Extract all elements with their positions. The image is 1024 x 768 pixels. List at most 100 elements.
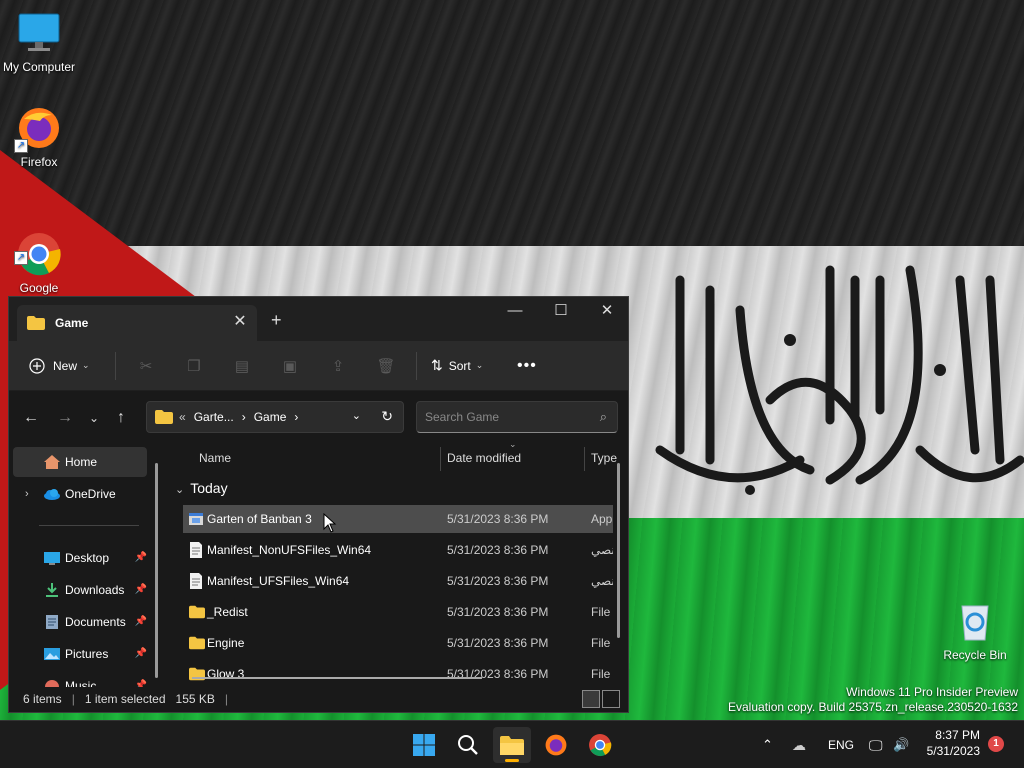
sort-button[interactable]: ⇅ Sort ⌄ xyxy=(431,357,501,374)
nav-item-label: Desktop xyxy=(65,551,110,565)
nav-item-desktop[interactable]: Desktop 📌 xyxy=(13,543,147,573)
desktop-icon-my-computer[interactable]: My Computer xyxy=(0,10,78,74)
share-icon[interactable]: ⇪ xyxy=(314,351,362,381)
desktop-icon-google-chrome[interactable]: ↗ Google Chrome xyxy=(0,203,78,309)
breadcrumb-overflow[interactable]: « xyxy=(179,410,186,424)
text-file-icon xyxy=(190,573,202,589)
desktop-icon-recycle-bin[interactable]: Recycle Bin xyxy=(936,598,1014,662)
new-tab-button[interactable]: + xyxy=(271,310,282,331)
address-dropdown-icon[interactable]: ⌄ xyxy=(352,409,361,422)
vertical-scrollbar[interactable] xyxy=(617,463,620,638)
delete-icon[interactable]: 🗑 xyxy=(362,351,410,381)
refresh-icon[interactable]: ↻ xyxy=(381,408,393,425)
nav-item-downloads[interactable]: Downloads 📌 xyxy=(13,575,147,605)
chevron-right-icon: › xyxy=(241,410,246,424)
network-icon[interactable]: 🖵 xyxy=(869,721,883,768)
maximize-button[interactable]: ☐ xyxy=(538,297,584,327)
paste-icon[interactable]: ▤ xyxy=(218,351,266,381)
tab-game[interactable]: Game ✕ xyxy=(17,305,257,341)
recent-locations-button[interactable]: ⌄ xyxy=(89,411,99,425)
new-button-label: New xyxy=(53,358,78,373)
pin-icon: 📌 xyxy=(134,648,147,659)
start-button[interactable] xyxy=(405,727,443,763)
watermark-line-2: Evaluation copy. Build 25375.zn_release.… xyxy=(728,700,1018,714)
file-row[interactable]: Garten of Banban 3 5/31/2023 8:36 PM App xyxy=(183,505,613,533)
file-name: Garten of Banban 3 xyxy=(207,512,312,526)
desktop-icon-label: Firefox xyxy=(20,155,58,169)
file-name: Manifest_NonUFSFiles_Win64 xyxy=(207,543,372,557)
sort-button-label: Sort xyxy=(448,358,471,373)
chevron-down-icon: ⌄ xyxy=(82,360,90,370)
file-row[interactable]: _Redist 5/31/2023 8:36 PM File xyxy=(183,598,613,626)
tiles-view-button[interactable] xyxy=(602,690,620,708)
horizontal-scrollbar[interactable] xyxy=(192,677,482,679)
collapse-chevron-icon: ⌄ xyxy=(175,484,185,496)
shortcut-arrow-icon: ↗ xyxy=(14,139,28,153)
system-clock[interactable]: 8:37 PM 5/31/2023 xyxy=(927,727,980,759)
desktop-folder-icon xyxy=(44,552,60,565)
address-bar[interactable]: « Garte... › Game › ⌄ ↻ xyxy=(146,401,404,433)
more-icon: ••• xyxy=(517,356,537,374)
new-button[interactable]: New ⌄ xyxy=(29,357,109,374)
close-button[interactable]: ✕ xyxy=(584,297,630,327)
pictures-icon xyxy=(44,648,60,660)
file-row[interactable]: Manifest_UFSFiles_Win64 5/31/2023 8:36 P… xyxy=(183,567,613,595)
nav-item-onedrive[interactable]: › OneDrive xyxy=(13,479,147,509)
nav-item-documents[interactable]: Documents 📌 xyxy=(13,607,147,637)
folder-icon xyxy=(189,605,205,619)
shortcut-arrow-icon: ↗ xyxy=(14,251,28,265)
file-name: Engine xyxy=(207,636,245,650)
cut-icon[interactable]: ✂ xyxy=(122,351,170,381)
nav-item-home[interactable]: Home xyxy=(13,447,147,477)
language-indicator[interactable]: ENG xyxy=(828,721,854,768)
show-hidden-icons-button[interactable]: ⌃ xyxy=(762,721,773,768)
toolbar-divider xyxy=(416,351,417,380)
tab-title: Game xyxy=(55,316,89,330)
file-row[interactable]: Manifest_NonUFSFiles_Win64 5/31/2023 8:3… xyxy=(183,536,613,564)
windows-watermark: Windows 11 Pro Insider Preview Evaluatio… xyxy=(728,685,1018,715)
file-type: File xyxy=(591,667,611,681)
network-display-icon: 🖵 xyxy=(869,736,883,753)
taskbar-chrome[interactable] xyxy=(581,727,619,763)
details-view-button[interactable] xyxy=(582,690,600,708)
forward-button[interactable]: → xyxy=(57,409,73,427)
search-input[interactable] xyxy=(425,410,585,424)
download-icon xyxy=(46,583,58,597)
notification-badge[interactable]: 1 xyxy=(988,736,1004,752)
status-divider: | xyxy=(71,691,75,706)
pin-icon: 📌 xyxy=(134,552,147,563)
volume-icon[interactable]: 🔊 xyxy=(893,721,909,768)
nav-scrollbar[interactable] xyxy=(155,463,158,678)
taskbar-firefox[interactable] xyxy=(537,727,575,763)
onedrive-tray-icon[interactable]: ☁ xyxy=(792,721,806,768)
language-label: ENG xyxy=(828,738,855,752)
desktop-icon-firefox[interactable]: ↗ Firefox xyxy=(0,105,78,169)
expand-chevron-icon[interactable]: › xyxy=(25,488,29,500)
column-divider[interactable] xyxy=(440,447,441,471)
taskbar-file-explorer[interactable] xyxy=(493,727,531,763)
status-divider: | xyxy=(224,691,229,706)
breadcrumb-game[interactable]: Game xyxy=(254,410,287,424)
file-row[interactable]: Engine 5/31/2023 8:36 PM File xyxy=(183,629,613,657)
calligraphy-artwork xyxy=(655,265,1024,495)
up-button[interactable]: ↑ xyxy=(117,409,125,427)
copy-icon[interactable]: ❐ xyxy=(170,351,218,381)
breadcrumb-garten[interactable]: Garte... xyxy=(194,410,234,424)
back-button[interactable]: ← xyxy=(23,409,39,427)
speaker-icon: 🔊 xyxy=(893,737,910,752)
nav-item-pictures[interactable]: Pictures 📌 xyxy=(13,639,147,669)
file-type: File xyxy=(591,636,611,650)
minimize-button[interactable]: — xyxy=(492,297,538,327)
file-row[interactable]: Glow 3 5/31/2023 8:36 PM File xyxy=(183,660,613,687)
search-button[interactable] xyxy=(449,727,487,763)
more-options-button[interactable]: ••• xyxy=(517,357,537,375)
rename-icon[interactable]: ▣ xyxy=(266,351,314,381)
column-header-type[interactable]: Type xyxy=(591,445,617,471)
column-divider[interactable] xyxy=(584,447,585,471)
column-header-name[interactable]: Name xyxy=(199,445,231,471)
tab-close-icon[interactable]: ✕ xyxy=(231,313,249,331)
firefox-icon: ↗ xyxy=(14,105,62,153)
group-header-today[interactable]: ⌄ Today xyxy=(175,480,228,496)
search-box[interactable]: ⌕ xyxy=(416,401,618,433)
home-icon xyxy=(44,455,60,469)
